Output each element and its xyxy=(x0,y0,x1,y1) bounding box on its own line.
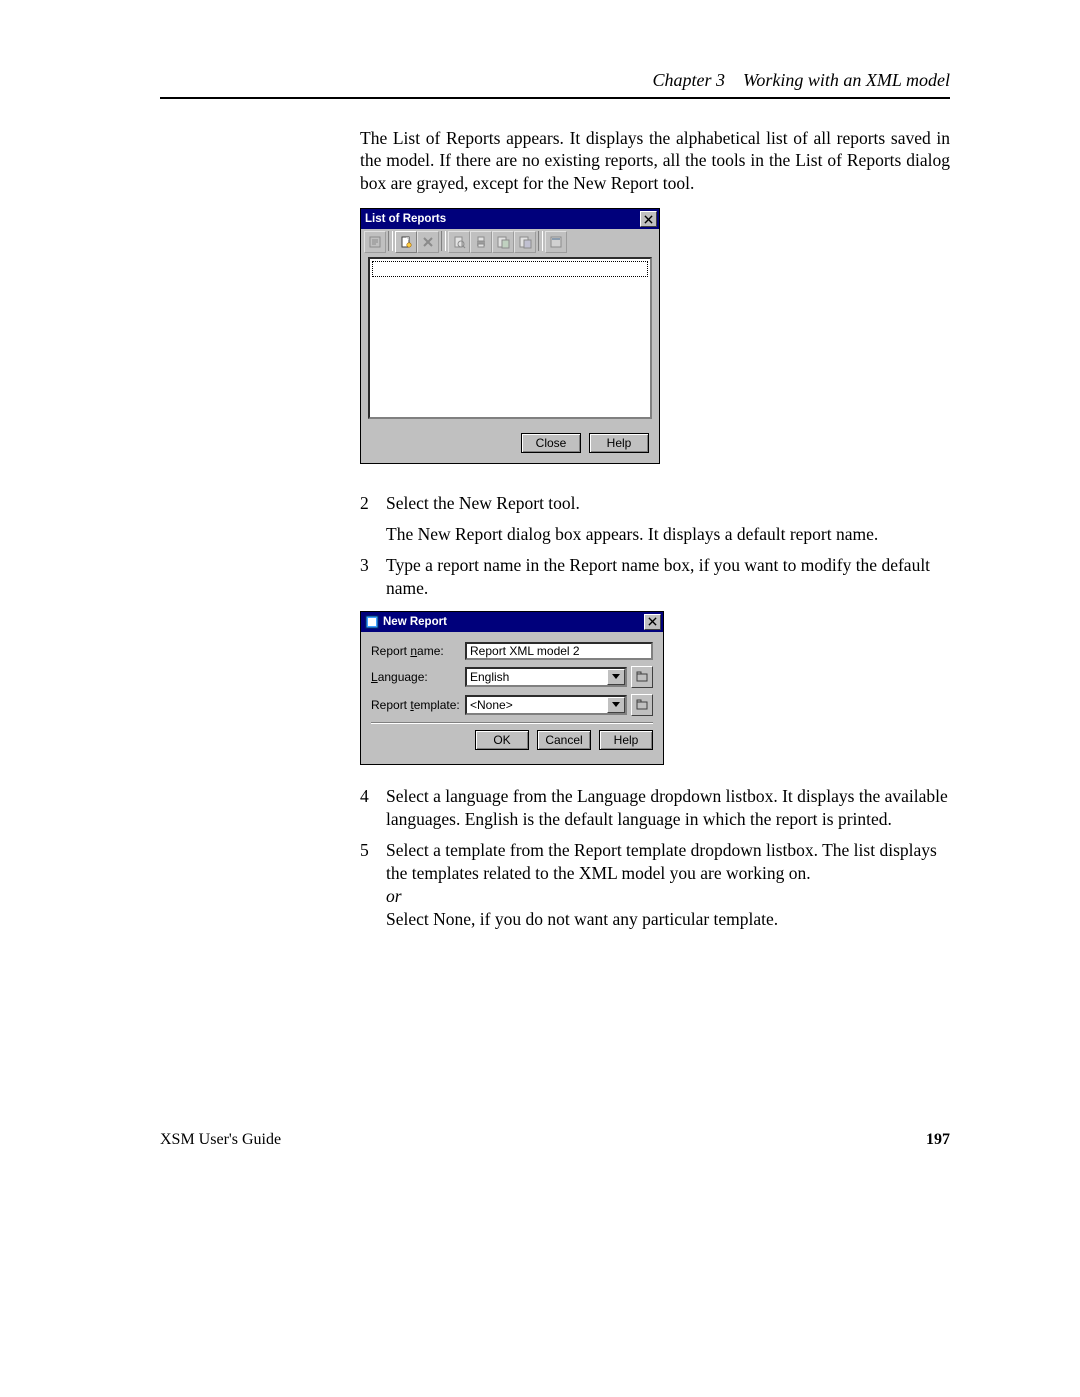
new-report-dialog: New Report Report name: Report XML model… xyxy=(360,611,664,765)
step-text-alt: Select None, if you do not want any part… xyxy=(386,908,950,931)
step-number: 3 xyxy=(360,554,386,600)
step-text: Select a template from the Report templa… xyxy=(386,839,950,885)
preview-icon[interactable] xyxy=(448,231,470,253)
edit-icon[interactable] xyxy=(545,231,567,253)
page-footer: XSM User's Guide 197 xyxy=(160,1131,950,1149)
dialog-title: List of Reports xyxy=(365,213,640,225)
delete-icon[interactable] xyxy=(417,231,439,253)
cancel-button[interactable]: Cancel xyxy=(537,730,591,750)
step-text: Type a report name in the Report name bo… xyxy=(386,554,950,600)
chapter-title: Working with an XML model xyxy=(743,70,950,91)
print-icon[interactable] xyxy=(470,231,492,253)
step-subtext: The New Report dialog box appears. It di… xyxy=(386,523,950,546)
template-select[interactable]: <None> xyxy=(465,695,627,715)
generate-rtf-icon[interactable] xyxy=(492,231,514,253)
language-select[interactable]: English xyxy=(465,667,627,687)
template-label: Report template: xyxy=(371,698,465,712)
list-of-reports-dialog: List of Reports xyxy=(360,208,660,464)
help-button[interactable]: Help xyxy=(599,730,653,750)
template-browse-button[interactable] xyxy=(631,694,653,716)
step-number: 2 xyxy=(360,492,386,546)
dialog-titlebar[interactable]: New Report xyxy=(361,612,663,632)
intro-paragraph: The List of Reports appears. It displays… xyxy=(360,127,950,194)
new-report-icon[interactable] xyxy=(395,231,417,253)
footer-left: XSM User's Guide xyxy=(160,1131,281,1149)
toolbar xyxy=(361,229,659,255)
generate-html-icon[interactable] xyxy=(514,231,536,253)
listbox-selection xyxy=(372,261,648,277)
step-number: 5 xyxy=(360,839,386,931)
close-icon[interactable] xyxy=(644,614,661,630)
chevron-down-icon[interactable] xyxy=(607,697,625,713)
dialog-title: New Report xyxy=(383,616,644,628)
dialog-titlebar[interactable]: List of Reports xyxy=(361,209,659,229)
chapter-label: Chapter 3 xyxy=(652,70,725,91)
step-text: Select the New Report tool. xyxy=(386,492,950,515)
language-label: Language: xyxy=(371,670,465,684)
separator xyxy=(371,722,653,724)
reports-listbox[interactable] xyxy=(368,257,652,419)
step-number: 4 xyxy=(360,785,386,831)
step-text: Select a language from the Language drop… xyxy=(386,785,950,831)
page-header: Chapter 3 Working with an XML model xyxy=(160,70,950,99)
properties-icon[interactable] xyxy=(364,231,386,253)
report-name-label: Report name: xyxy=(371,644,465,658)
step-or: or xyxy=(386,885,950,908)
ok-button[interactable]: OK xyxy=(475,730,529,750)
chevron-down-icon[interactable] xyxy=(607,669,625,685)
report-name-input[interactable]: Report XML model 2 xyxy=(465,642,653,660)
app-icon xyxy=(365,615,379,629)
help-button[interactable]: Help xyxy=(589,433,649,453)
language-browse-button[interactable] xyxy=(631,666,653,688)
close-icon[interactable] xyxy=(640,211,657,227)
close-button[interactable]: Close xyxy=(521,433,581,453)
page-number: 197 xyxy=(926,1131,950,1149)
